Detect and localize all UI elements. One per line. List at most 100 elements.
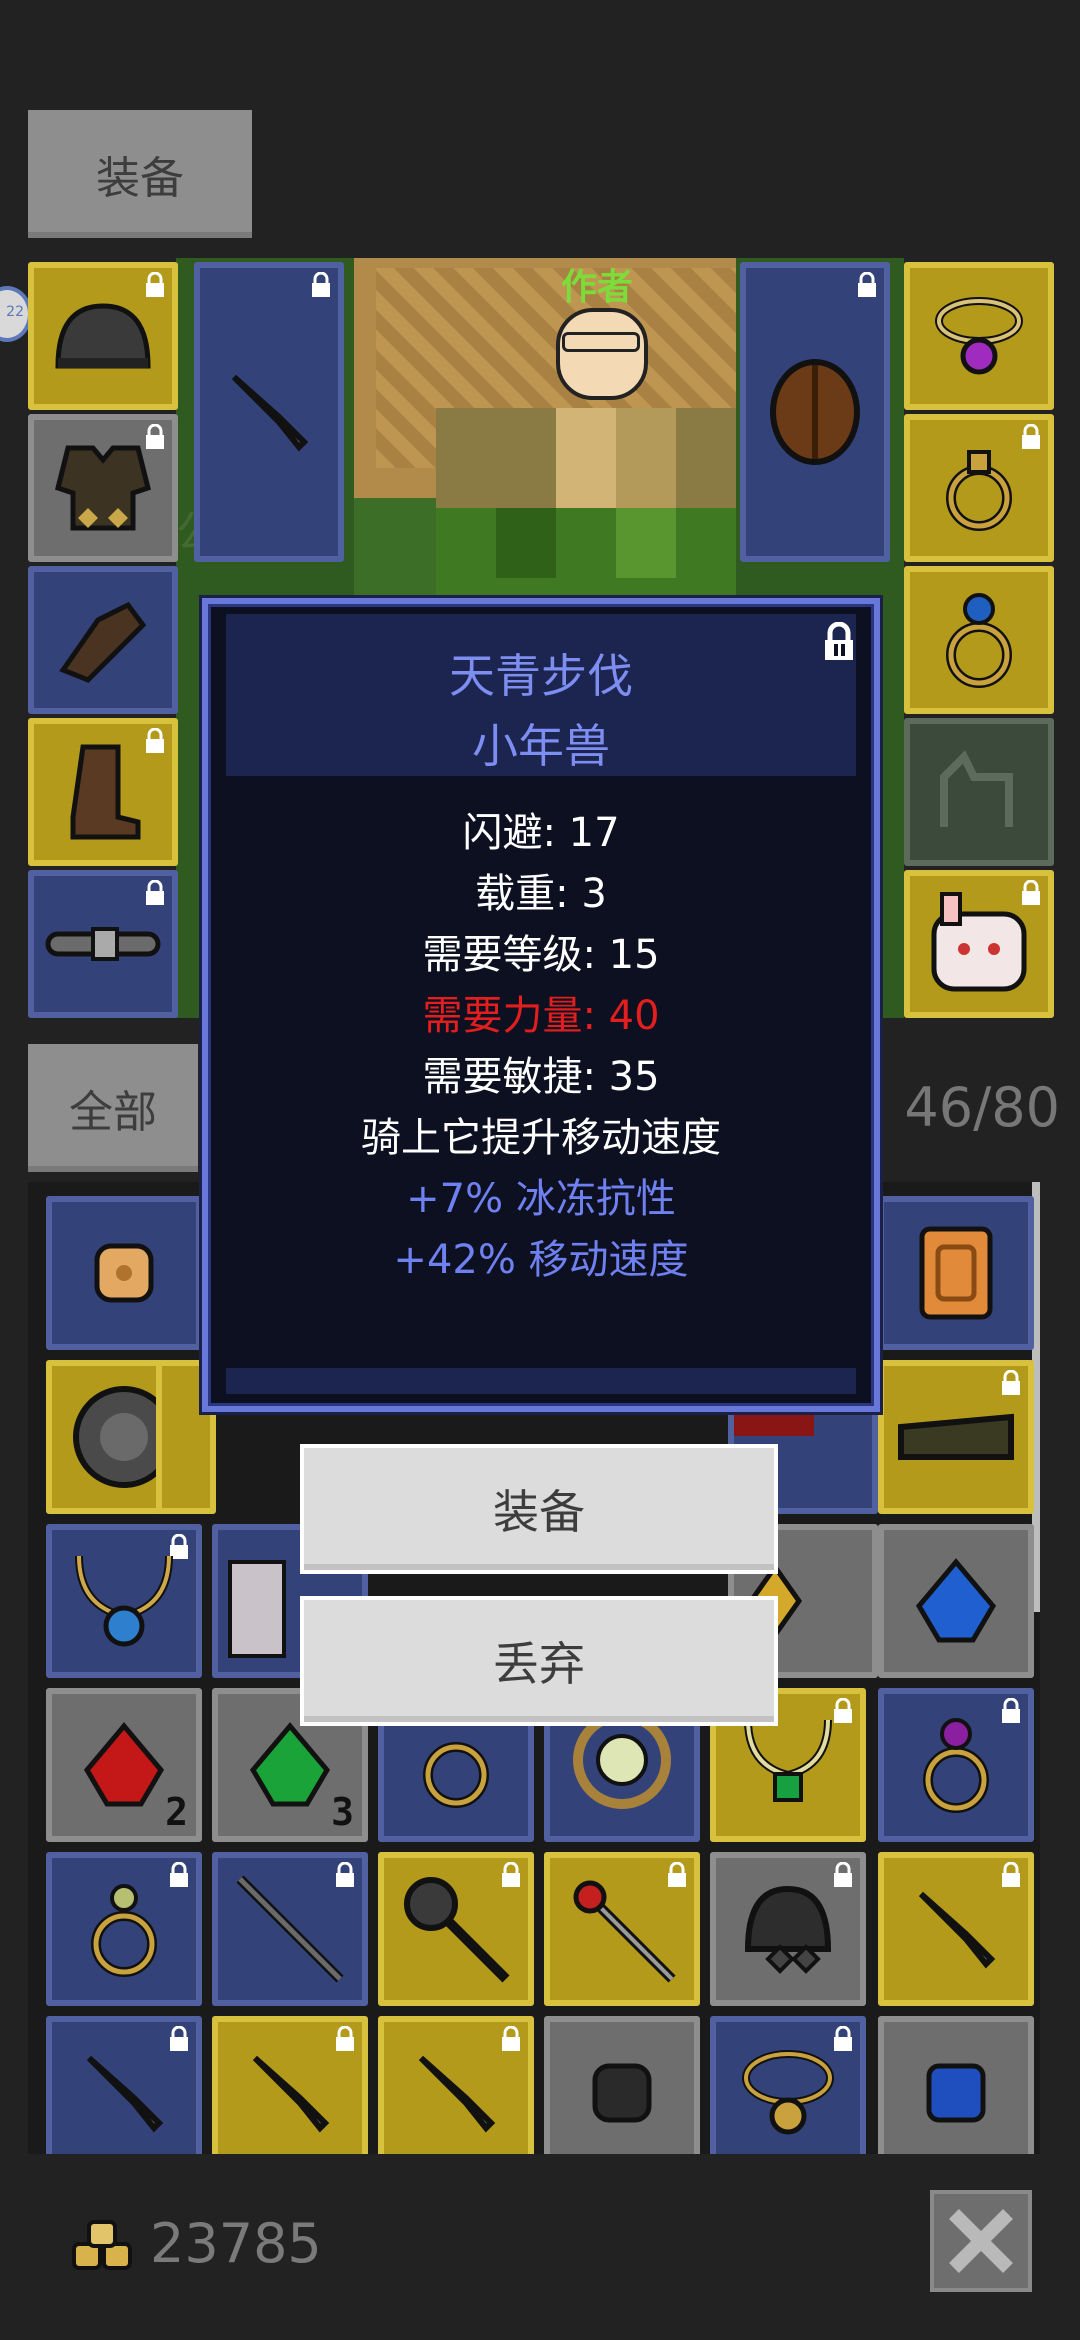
stat-required-agility: 需要敏捷: 35 (422, 1054, 660, 1100)
ruby-icon (83, 1722, 165, 1807)
sapphire-ring-icon (946, 593, 1012, 688)
inventory-slot-dagger-4[interactable] (378, 2016, 534, 2154)
slot-ring-1[interactable] (904, 414, 1054, 562)
inventory-slot-dark-helm[interactable] (878, 1360, 1034, 1514)
rabbit-pet-icon (931, 892, 1027, 992)
inventory-slot-ruby[interactable]: 2 (46, 1688, 202, 1842)
visor-icon (898, 1413, 1014, 1460)
inventory-slot-amethyst-ring[interactable] (878, 1688, 1034, 1842)
slot-weapon[interactable] (194, 262, 344, 562)
mace-icon (404, 1877, 510, 1983)
character-name: 作者 (561, 267, 634, 308)
orb-amulet-icon (573, 1711, 671, 1809)
inventory-slot-ring-b[interactable] (46, 1852, 202, 2006)
emerald-icon (249, 1722, 331, 1807)
slot-pet[interactable] (904, 870, 1054, 1018)
sapphire-icon (915, 1558, 997, 1643)
dagger-icon (86, 2055, 164, 2133)
lock-icon (146, 880, 164, 905)
discard-button[interactable]: 丢弃 (300, 1596, 778, 1726)
slot-mount-empty[interactable] (904, 718, 1054, 866)
belt-icon (45, 927, 161, 961)
slot-boots[interactable] (28, 718, 178, 866)
tome-icon (919, 1226, 993, 1320)
slot-armor[interactable] (28, 414, 178, 562)
amethyst-ring-icon (923, 1718, 989, 1813)
lock-icon (858, 272, 876, 297)
inventory-slot-tome[interactable] (878, 1196, 1034, 1350)
item-detail-popup: 天青步伐 小年兽 闪避: 17 载重: 3 需要等级: 15 需要力量: 40 … (202, 598, 880, 1412)
horned-helm-icon (744, 1885, 832, 1974)
inventory-slot-dagger-3[interactable] (212, 2016, 368, 2154)
ring-icon (946, 450, 1012, 531)
popup-footer (226, 1368, 856, 1394)
inventory-slot-mace[interactable] (378, 1852, 534, 2006)
slot-helmet[interactable] (28, 262, 178, 410)
close-button[interactable] (930, 2190, 1032, 2292)
lock-icon (1002, 1370, 1020, 1395)
armor-icon (55, 445, 151, 531)
ring-icon (423, 1742, 489, 1808)
side-badge-text: 22 (6, 304, 24, 320)
amulet-icon (935, 297, 1023, 375)
inventory-slot-dagger-2[interactable] (46, 2016, 202, 2154)
inventory-slot-spear[interactable] (212, 1852, 368, 2006)
inventory-slot-coal[interactable] (544, 2016, 700, 2154)
item-description: 骑上它提升移动速度 (361, 1115, 721, 1161)
shield-icon (770, 359, 860, 465)
scroll-icon (94, 1243, 154, 1303)
inventory-slot-staff[interactable] (544, 1852, 700, 2006)
slot-gloves[interactable] (28, 566, 178, 714)
bonus-freeze-resist: +7% 冰冻抗性 (406, 1176, 676, 1222)
equip-button[interactable]: 装备 (300, 1444, 778, 1574)
lock-icon (312, 272, 330, 297)
lock-icon (146, 272, 164, 297)
boots-icon (70, 744, 141, 840)
inventory-slot-scroll[interactable] (46, 1196, 202, 1350)
item-name: 天青步伐 (449, 649, 633, 703)
gloves-icon (59, 601, 147, 683)
character-sprite (556, 308, 648, 400)
spear-icon (236, 1875, 344, 1983)
inventory-slot-horned-helm[interactable] (710, 1852, 866, 2006)
dagger-icon (252, 2055, 330, 2133)
dagger-icon (418, 2055, 496, 2133)
inventory-slot-blue-gem[interactable] (878, 2016, 1034, 2154)
emerald-necklace-icon (744, 1719, 832, 1802)
stack-count: 3 (331, 1790, 354, 1834)
inventory-capacity: 46/80 (904, 1076, 1060, 1139)
mount-placeholder-icon (940, 750, 1013, 827)
inventory-slot-necklace[interactable] (46, 1524, 202, 1678)
lock-icon (170, 1862, 188, 1887)
gold-necklace-icon (742, 2050, 834, 2135)
helmet-icon (55, 303, 151, 369)
dagger-icon (231, 374, 309, 452)
necklace-icon (75, 1555, 173, 1647)
bonus-move-speed: +42% 移动速度 (393, 1237, 689, 1283)
stat-required-level: 需要等级: 15 (422, 932, 660, 978)
filter-all-button[interactable]: 全部 (28, 1044, 198, 1172)
inventory-slot-dagger[interactable] (878, 1852, 1034, 2006)
lock-icon (1022, 424, 1040, 449)
slot-amulet[interactable] (904, 262, 1054, 410)
stack-count: 2 (165, 1790, 188, 1834)
slot-belt[interactable] (28, 870, 178, 1018)
staff-icon (573, 1880, 676, 1983)
blue-gem-icon (926, 2063, 986, 2123)
stat-dodge: 闪避: 17 (462, 810, 620, 856)
ring-icon (91, 1884, 157, 1977)
stat-load: 载重: 3 (475, 871, 607, 917)
coal-icon (592, 2063, 652, 2123)
close-icon (949, 2209, 1013, 2273)
dagger-icon (918, 1891, 996, 1969)
slot-shield[interactable] (740, 262, 890, 562)
gold-amount: 23785 (150, 2212, 322, 2275)
inventory-slot-sapphire[interactable] (878, 1524, 1034, 1678)
item-type: 小年兽 (472, 719, 610, 773)
equip-tab[interactable]: 装备 (28, 110, 252, 238)
gold-icon (70, 2218, 136, 2274)
slot-ring-2[interactable] (904, 566, 1054, 714)
stat-required-strength: 需要力量: 40 (422, 993, 660, 1039)
inventory-slot-gold-necklace[interactable] (710, 2016, 866, 2154)
lock-icon (1002, 1698, 1020, 1723)
